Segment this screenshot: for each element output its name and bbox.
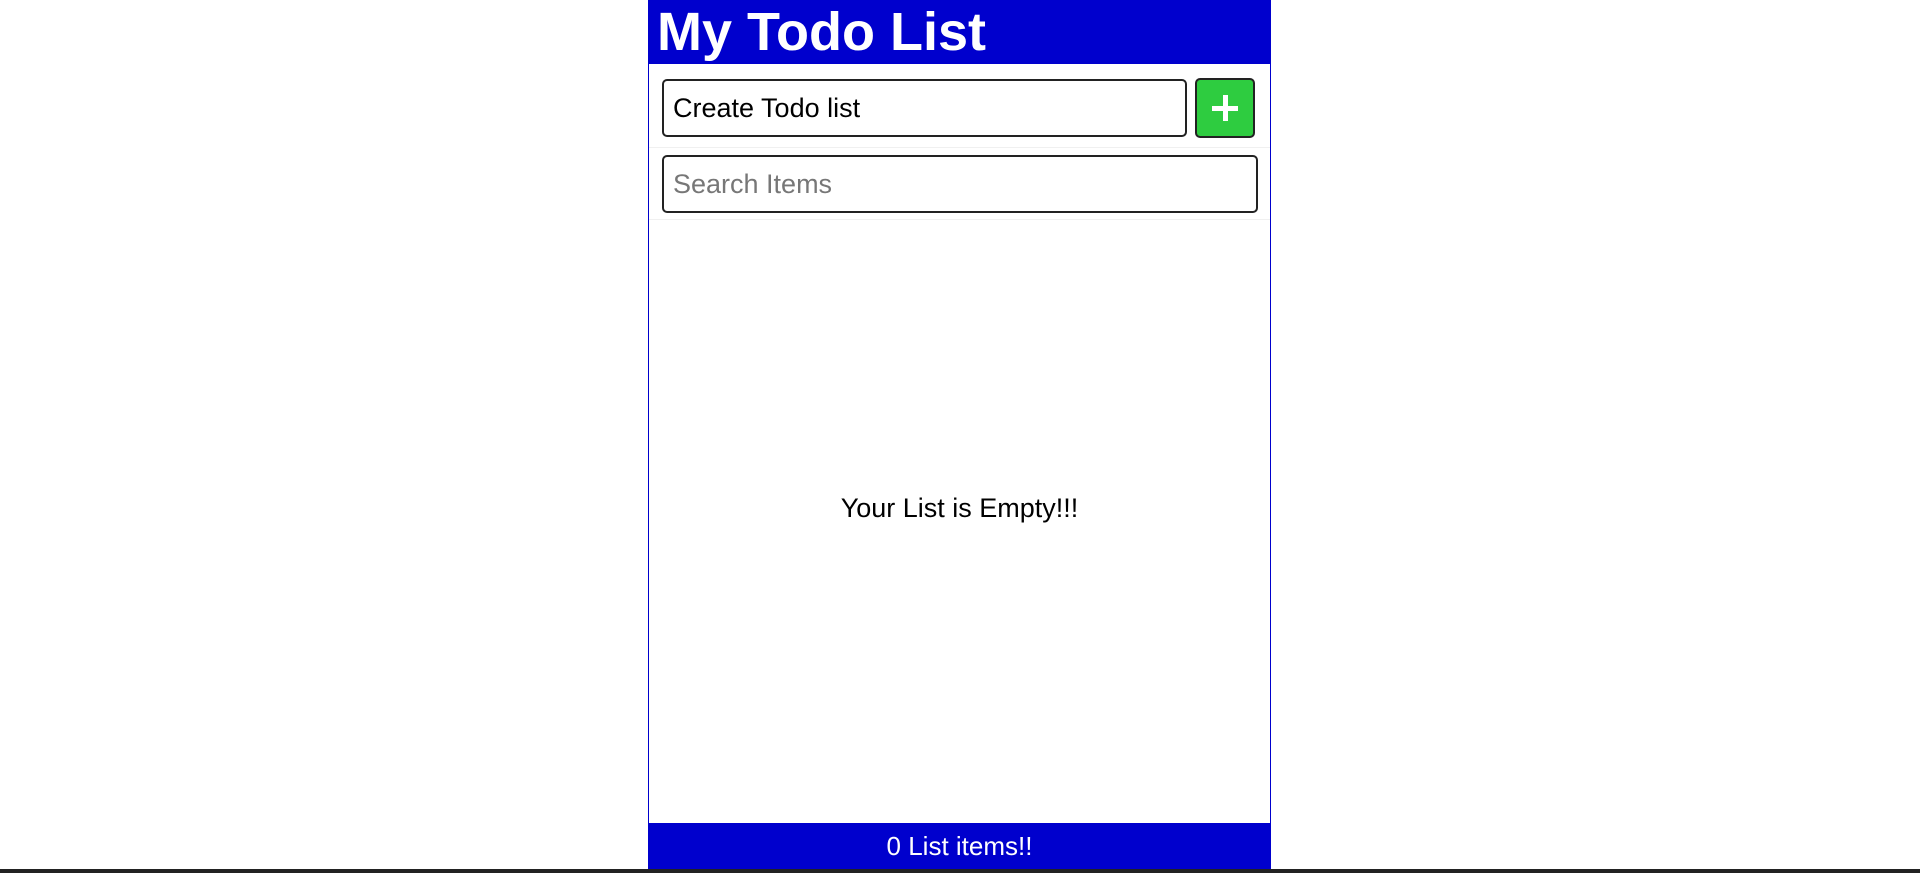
search-form: [649, 148, 1270, 213]
app-footer: 0 List items!!: [649, 823, 1270, 869]
todo-list: Your List is Empty!!!: [649, 220, 1270, 823]
todo-app: My Todo List Your List is Empty!!! 0 Lis…: [648, 0, 1271, 869]
new-item-input[interactable]: [662, 79, 1188, 137]
add-item-form: [649, 64, 1270, 138]
window-bottom-edge: [0, 869, 1920, 873]
plus-icon: [1212, 95, 1239, 121]
empty-list-message: Your List is Empty!!!: [840, 492, 1079, 523]
item-count: 0 List items!!: [886, 830, 1033, 861]
add-item-button[interactable]: [1195, 78, 1255, 138]
search-input[interactable]: [662, 155, 1258, 213]
page-title: My Todo List: [657, 2, 986, 62]
app-header: My Todo List: [649, 0, 1270, 64]
